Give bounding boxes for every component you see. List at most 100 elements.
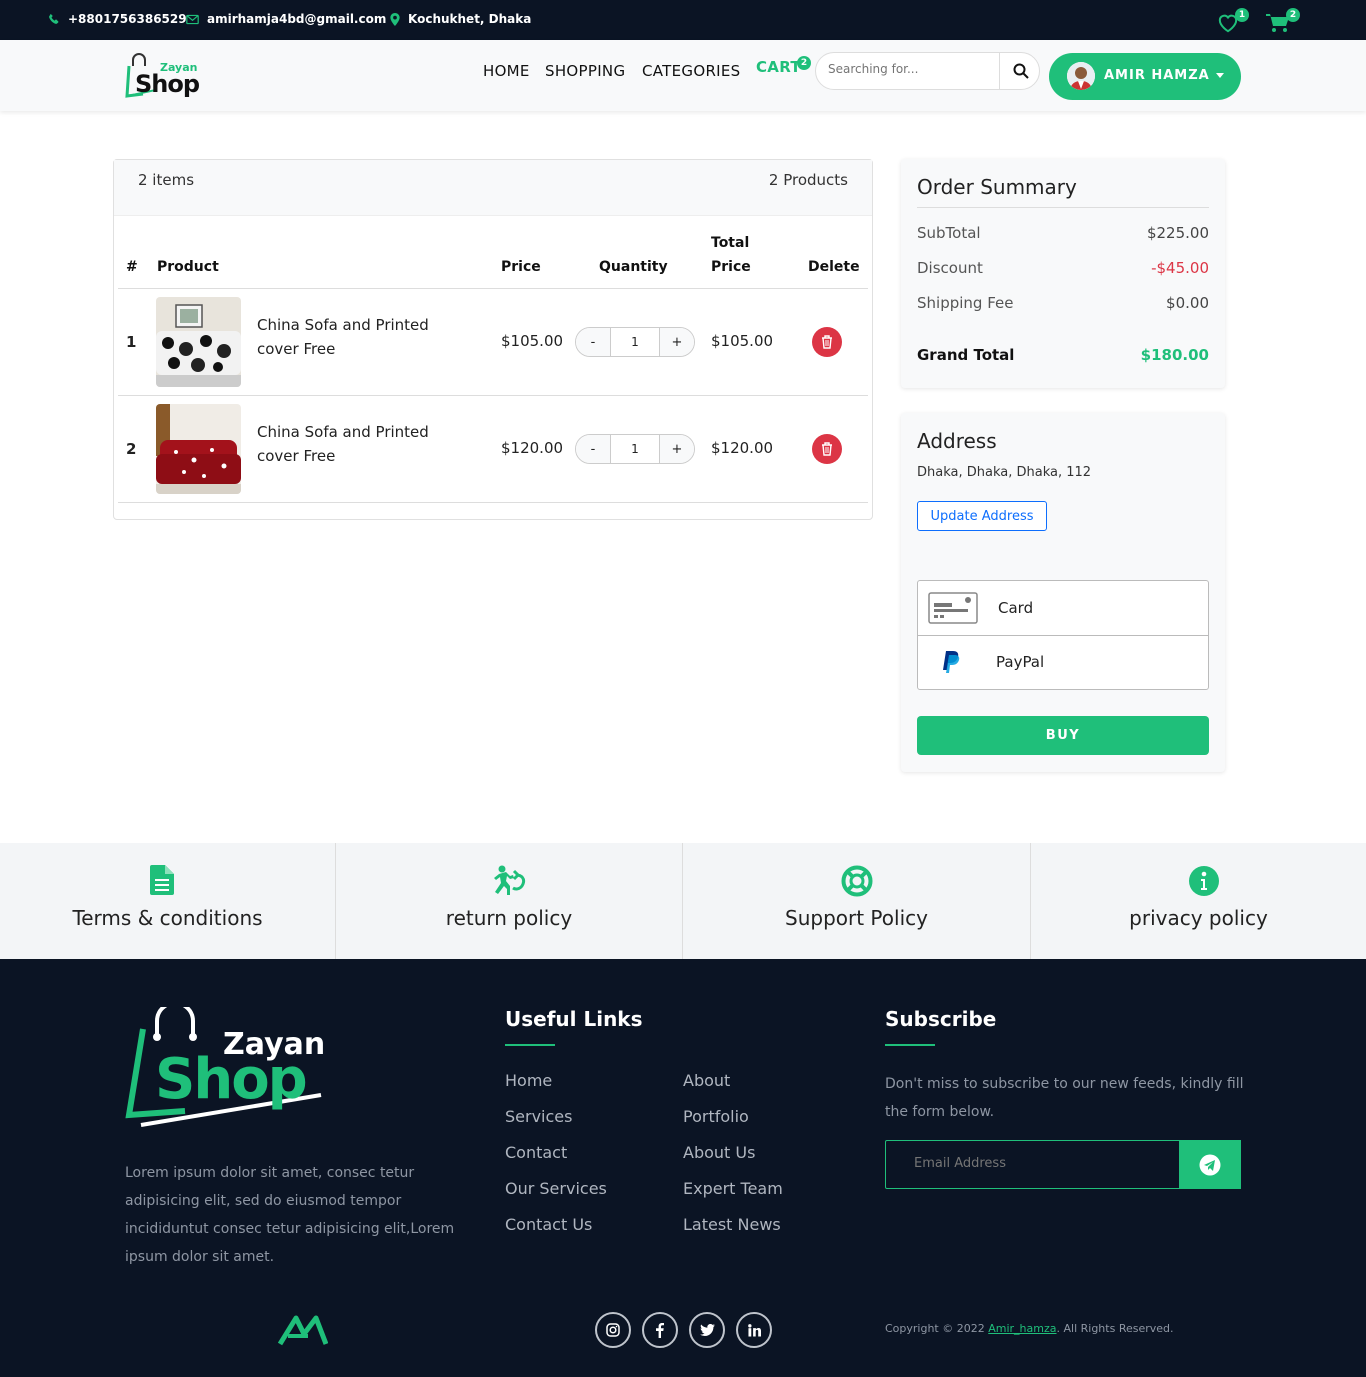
address-title: Address xyxy=(917,429,997,453)
user-avatar-icon xyxy=(1067,62,1095,90)
policy-privacy[interactable]: privacy policy xyxy=(1031,843,1366,959)
instagram-link[interactable] xyxy=(595,1312,631,1348)
copyright-suffix: . All Rights Reserved. xyxy=(1056,1322,1174,1335)
subtotal-label: SubTotal xyxy=(917,224,981,242)
search-input[interactable] xyxy=(828,62,998,76)
email-input[interactable] xyxy=(914,1156,1164,1171)
copyright: Copyright © 2022 Amir_hamza. All Rights … xyxy=(885,1322,1174,1335)
payment-option-paypal[interactable]: PayPal xyxy=(918,636,1208,690)
nav-cart-label: CART xyxy=(756,58,801,76)
footer-link-portfolio[interactable]: Portfolio xyxy=(683,1107,749,1126)
phone-text: +8801756386529 xyxy=(68,12,187,26)
qty-decrease-button[interactable]: - xyxy=(576,435,610,463)
col-header-product: Product xyxy=(157,259,219,275)
summary-divider xyxy=(917,207,1209,208)
subscribe-button[interactable] xyxy=(1179,1140,1241,1189)
nav-categories[interactable]: CATEGORIES xyxy=(642,62,741,80)
footer-link-about-us[interactable]: About Us xyxy=(683,1143,755,1162)
search-icon[interactable] xyxy=(1013,63,1029,79)
card-label: Card xyxy=(998,599,1034,617)
shipping-value: $0.00 xyxy=(1166,294,1209,312)
phone-icon xyxy=(49,13,59,24)
grand-total-value: $180.00 xyxy=(1140,346,1209,364)
qty-value[interactable]: 1 xyxy=(610,435,660,463)
useful-links-title: Useful Links xyxy=(505,1007,643,1031)
wishlist-badge: 1 xyxy=(1235,8,1249,22)
order-summary-card: Order Summary SubTotal $225.00 Discount … xyxy=(901,159,1225,388)
user-name: AMIR HAMZA xyxy=(1104,68,1210,83)
product-image[interactable] xyxy=(156,297,241,387)
order-summary-title: Order Summary xyxy=(917,175,1077,199)
nav-home[interactable]: HOME xyxy=(483,62,530,80)
delete-button[interactable] xyxy=(812,434,842,464)
row-number: 1 xyxy=(126,333,137,351)
subtotal-value: $225.00 xyxy=(1146,224,1209,242)
product-name-line1[interactable]: China Sofa and Printed xyxy=(257,423,429,441)
linkedin-link[interactable] xyxy=(736,1312,772,1348)
life-ring-icon xyxy=(841,865,873,897)
brand-mark-icon[interactable] xyxy=(278,1314,328,1346)
top-bar: +8801756386529 amirhamja4bd@gmail.com Ko… xyxy=(0,0,1366,40)
person-return-icon xyxy=(494,865,526,895)
footer-link-contact-us[interactable]: Contact Us xyxy=(505,1215,592,1234)
qty-increase-button[interactable]: + xyxy=(660,435,694,463)
footer-link-expert-team[interactable]: Expert Team xyxy=(683,1179,783,1198)
col-header-num: # xyxy=(126,259,138,275)
cart-panel-header: 2 items 2 Products xyxy=(114,160,872,216)
footer-link-services[interactable]: Services xyxy=(505,1107,572,1126)
cart-panel: 2 items 2 Products # Product Price Quant… xyxy=(113,159,873,520)
instagram-icon xyxy=(606,1323,620,1337)
delete-button[interactable] xyxy=(812,327,842,357)
footer-link-latest-news[interactable]: Latest News xyxy=(683,1215,781,1234)
logo-main-text: Shop xyxy=(135,70,200,98)
product-name-line2[interactable]: cover Free xyxy=(257,447,335,465)
nav-cart[interactable]: CART xyxy=(756,58,801,76)
row-number: 2 xyxy=(126,440,137,458)
facebook-link[interactable] xyxy=(642,1312,678,1348)
topbar-cart-link[interactable]: 2 xyxy=(1266,8,1300,37)
items-count: 2 items xyxy=(138,171,195,189)
sofa-white-image xyxy=(156,297,241,387)
credit-card-icon xyxy=(928,592,978,624)
qty-increase-button[interactable]: + xyxy=(660,328,694,356)
paypal-icon xyxy=(943,651,960,673)
policy-terms[interactable]: Terms & conditions xyxy=(0,843,336,959)
buy-button[interactable]: BUY xyxy=(917,716,1209,755)
line-total: $120.00 xyxy=(711,439,774,457)
nav-shopping[interactable]: SHOPPING xyxy=(545,62,625,80)
footer-link-home[interactable]: Home xyxy=(505,1071,552,1090)
linkedin-icon xyxy=(747,1323,761,1337)
useful-links-underline xyxy=(505,1044,555,1046)
payment-option-card[interactable]: Card xyxy=(918,581,1208,635)
col-header-total-line2: Price xyxy=(711,259,751,275)
copyright-prefix: Copyright © 2022 xyxy=(885,1322,989,1335)
footer-logo[interactable]: Zayan Shop xyxy=(125,1007,335,1129)
qty-decrease-button[interactable]: - xyxy=(576,328,610,356)
trash-icon xyxy=(822,442,832,456)
footer-link-contact[interactable]: Contact xyxy=(505,1143,567,1162)
policy-support[interactable]: Support Policy xyxy=(683,843,1031,959)
site-footer: Zayan Shop Lorem ipsum dolor sit amet, c… xyxy=(0,959,1366,1377)
footer-link-our-services[interactable]: Our Services xyxy=(505,1179,607,1198)
product-name-line1[interactable]: China Sofa and Printed xyxy=(257,316,429,334)
user-menu-button[interactable]: AMIR HAMZA xyxy=(1049,53,1241,100)
phone-contact[interactable]: +8801756386529 xyxy=(48,0,187,38)
policy-return[interactable]: return policy xyxy=(336,843,683,959)
quantity-stepper: - 1 + xyxy=(575,434,695,464)
product-name-line2[interactable]: cover Free xyxy=(257,340,335,358)
copyright-author-link[interactable]: Amir_hamza xyxy=(988,1322,1056,1335)
shipping-label: Shipping Fee xyxy=(917,294,1014,312)
search-divider xyxy=(999,53,1000,89)
update-address-button[interactable]: Update Address xyxy=(917,501,1047,531)
site-logo[interactable]: Zayan Shop xyxy=(125,52,205,98)
email-contact[interactable]: amirhamja4bd@gmail.com xyxy=(186,0,386,38)
qty-value[interactable]: 1 xyxy=(610,328,660,356)
twitter-link[interactable] xyxy=(689,1312,725,1348)
policy-support-label: Support Policy xyxy=(785,906,928,930)
subscribe-text: Don't miss to subscribe to our new feeds… xyxy=(885,1076,1244,1120)
product-image[interactable] xyxy=(156,404,241,494)
footer-link-about[interactable]: About xyxy=(683,1071,730,1090)
trash-icon xyxy=(822,335,832,349)
payment-options: Card PayPal xyxy=(917,580,1209,690)
wishlist-link[interactable]: 1 xyxy=(1217,8,1249,37)
